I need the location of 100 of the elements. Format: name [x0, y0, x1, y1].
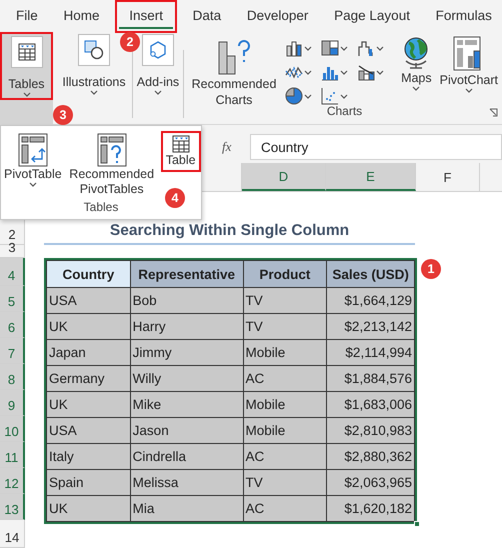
waterfall-chart-icon: [357, 39, 376, 57]
table-cell: UK: [46, 392, 130, 418]
row-header[interactable]: 13: [0, 494, 25, 520]
shapes-icon: [84, 40, 104, 60]
dropdown-item[interactable]: PivotTable: [3, 131, 63, 189]
caret-icon: [304, 94, 312, 98]
caret-icon: [340, 46, 348, 50]
dropdown-item[interactable]: Recommended PivotTables: [62, 131, 161, 199]
table-cell: Mobile: [243, 392, 327, 418]
pivot-table-icon: [18, 133, 48, 167]
table-cell: Mike: [130, 392, 244, 418]
step-badge: 1: [421, 259, 441, 279]
row-header[interactable]: 10: [0, 416, 25, 442]
ribbon-tab[interactable]: File: [10, 4, 44, 28]
caret-icon: [340, 94, 348, 98]
table-header: Product: [243, 260, 327, 288]
caret-icon: [304, 70, 312, 74]
table-cell: $1,664,129: [326, 288, 414, 314]
ribbon-tab[interactable]: Home: [57, 4, 106, 28]
table-cell: $1,884,576: [326, 366, 414, 392]
fill-handle[interactable]: [414, 521, 420, 527]
caret-icon: [376, 46, 384, 50]
ribbon-tab[interactable]: Data: [186, 4, 228, 28]
table-icon: [18, 43, 36, 61]
table-cell: Mia: [130, 496, 244, 522]
ribbon-button[interactable]: Maps: [397, 36, 436, 91]
table-cell: AC: [243, 366, 327, 392]
caret-icon: [22, 92, 30, 97]
table-cell: $1,620,182: [326, 496, 414, 522]
table-cell: UK: [46, 314, 130, 340]
column-header[interactable]: D: [242, 163, 326, 191]
ribbon-button[interactable]: Tables: [0, 32, 53, 100]
table-cell: $2,213,142: [326, 314, 414, 340]
row-header[interactable]: 9: [0, 390, 25, 416]
caret-icon: [412, 86, 420, 91]
dialog-launcher-icon[interactable]: [489, 108, 498, 117]
caret-icon: [464, 88, 473, 93]
caret-icon: [340, 70, 348, 74]
table-cell: Cindrella: [130, 444, 244, 470]
table-cell: USA: [46, 288, 130, 314]
table-cell: Spain: [46, 470, 130, 496]
caret-icon: [154, 90, 162, 95]
table-cell: $1,683,006: [326, 392, 414, 418]
row-header[interactable]: 11: [0, 442, 25, 468]
combo-chart-icon: [357, 63, 376, 81]
group-label: Charts: [326, 104, 362, 118]
row-header[interactable]: 4: [0, 258, 25, 286]
table-cell: $2,880,362: [326, 444, 414, 470]
row-header[interactable]: 5: [0, 286, 25, 312]
table-cell: Japan: [46, 340, 130, 366]
caret-icon: [376, 70, 384, 74]
table-cell: Harry: [130, 314, 244, 340]
table-header: Representative: [130, 260, 244, 288]
table-cell: UK: [46, 496, 130, 522]
table-icon: [172, 135, 190, 153]
pie-chart-icon: [285, 87, 304, 105]
ribbon-button[interactable]: PivotChart: [436, 36, 502, 93]
table-header: Country: [46, 260, 130, 288]
table-cell: Italy: [46, 444, 130, 470]
table-cell: TV: [243, 288, 327, 314]
table-cell: USA: [46, 418, 130, 444]
row-header[interactable]: 8: [0, 364, 25, 390]
table-cell: TV: [243, 470, 327, 496]
table-cell: $2,810,983: [326, 418, 414, 444]
dropdown-item[interactable]: Table: [160, 131, 201, 172]
column-header[interactable]: E: [326, 163, 416, 191]
recommended-charts-button[interactable]: Recommended Charts: [187, 36, 282, 108]
hexagon-icon: [148, 40, 168, 60]
group-label: Tables: [84, 200, 118, 214]
row-header[interactable]: 6: [0, 312, 25, 338]
row-header[interactable]: 12: [0, 468, 25, 494]
ribbon-tab[interactable]: Page Layout: [328, 4, 416, 28]
formula-field[interactable]: Country: [250, 134, 502, 160]
table-cell: Mobile: [243, 418, 327, 444]
row-header[interactable]: 7: [0, 338, 25, 364]
ribbon-tab[interactable]: Formulas: [430, 4, 498, 28]
ribbon-tab[interactable]: Developer: [240, 4, 314, 28]
scatter-chart-icon: [321, 87, 340, 105]
caret-icon: [90, 90, 98, 95]
table-cell: Jason: [130, 418, 244, 444]
table-cell: Bob: [130, 288, 244, 314]
table-cell: AC: [243, 496, 327, 522]
caret-icon: [304, 46, 312, 50]
table-cell: AC: [243, 444, 327, 470]
row-header[interactable]: 14: [0, 520, 25, 548]
column-chart-icon: [285, 39, 304, 57]
column-header[interactable]: F: [416, 163, 480, 191]
table-cell: $2,114,994: [326, 340, 414, 366]
table-cell: Melissa: [130, 470, 244, 496]
treemap-chart-icon: [321, 39, 340, 57]
table-cell: Jimmy: [130, 340, 244, 366]
table-cell: Mobile: [243, 340, 327, 366]
table-cell: TV: [243, 314, 327, 340]
table-cell: Germany: [46, 366, 130, 392]
function-label[interactable]: fx: [222, 139, 250, 155]
table-cell: $2,063,965: [326, 470, 414, 496]
recommended-pivot-icon: [96, 133, 127, 167]
row-header[interactable]: 3: [0, 245, 25, 258]
table-header: Sales (USD): [326, 260, 414, 288]
table-cell: Willy: [130, 366, 244, 392]
